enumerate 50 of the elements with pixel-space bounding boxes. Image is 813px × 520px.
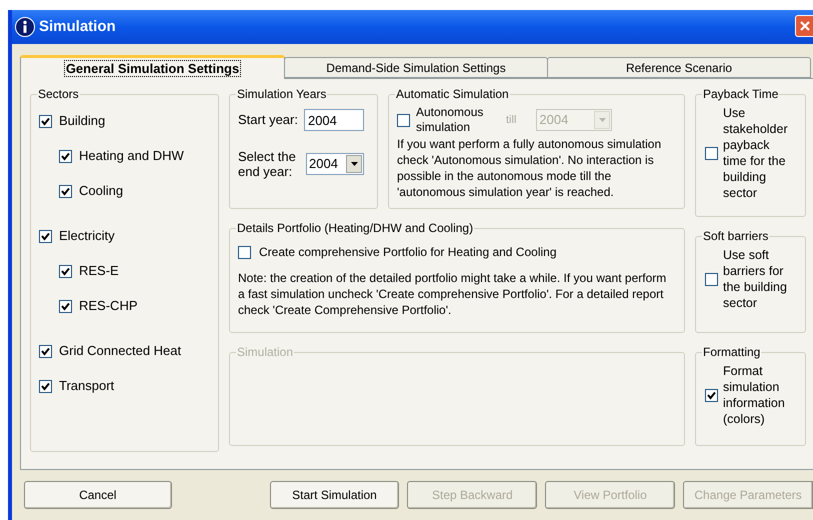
checkbox[interactable] xyxy=(705,388,718,402)
note-text: Note: the creation of the detailed portfolio might take a while. If you want perform a fast simulation uncheck 'Create comprehensive Portfolio'. For a detailed report check 'Create Comprehensive Portfolio'. xyxy=(238,270,668,318)
checkbox[interactable] xyxy=(397,114,410,126)
checkbox[interactable] xyxy=(705,146,718,160)
checkbox[interactable] xyxy=(39,344,52,358)
checkbox-label: Create comprehensive Portfolio for Heating and Cooling xyxy=(259,244,556,261)
checkbox[interactable] xyxy=(39,230,52,242)
end-year-dropdown[interactable]: 2004 xyxy=(306,153,364,175)
close-button[interactable] xyxy=(795,15,813,37)
checkbox[interactable] xyxy=(59,300,72,312)
checkbox-label: Heating and DHW xyxy=(79,147,184,166)
checkbox-label: Building xyxy=(59,112,106,130)
dialog-button[interactable]: Cancel xyxy=(24,481,172,509)
tab[interactable]: General Simulation Settings xyxy=(20,55,285,79)
checkbox[interactable] xyxy=(59,264,72,278)
checkbox[interactable] xyxy=(39,114,52,128)
info-icon xyxy=(15,17,35,37)
checkbox-label: Electricity xyxy=(59,227,115,246)
field-label: Start year: xyxy=(238,111,298,130)
start-year-field[interactable]: 2004 xyxy=(304,109,364,131)
group-title: Automatic Simulation xyxy=(395,86,510,103)
group-title: Details Portfolio (Heating/DHW and Cooling) xyxy=(236,220,474,237)
field-label: Select the end year: xyxy=(238,149,297,179)
checkbox-label: Use stakeholder payback time for the building sector xyxy=(723,105,789,201)
checkbox-label: RES-E xyxy=(79,262,119,280)
checkbox-label: Cooling xyxy=(79,182,124,200)
checkbox-label: Autonomous simulation xyxy=(416,105,484,135)
group-title: Formatting xyxy=(702,344,762,361)
tab[interactable]: Reference Scenario xyxy=(547,57,811,78)
checkbox-label: Transport xyxy=(59,377,114,396)
group-title: Simulation xyxy=(236,344,294,361)
description-text: If you want perform a fully autonomous simulation check 'Autonomous simulation'. No interaction is possible in the autonomous mode till the 'autonomous simulation year' is reached. xyxy=(397,136,662,200)
till-label: till xyxy=(506,112,516,128)
checkbox[interactable] xyxy=(59,150,72,162)
close-icon xyxy=(798,20,810,32)
checkbox-label: Format simulation information (colors) xyxy=(723,363,786,427)
group-title: Sectors xyxy=(37,86,80,103)
checkbox-label: Use soft barriers for the building sector xyxy=(723,247,788,311)
checkbox[interactable] xyxy=(705,272,718,286)
tab[interactable]: Demand-Side Simulation Settings xyxy=(284,57,548,78)
checkbox-label: Grid Connected Heat xyxy=(59,342,182,360)
checkbox[interactable] xyxy=(39,380,52,392)
dialog-button[interactable]: Start Simulation xyxy=(270,481,400,509)
group-title: Soft barriers xyxy=(702,228,770,245)
group-title: Payback Time xyxy=(702,86,780,103)
checkbox[interactable] xyxy=(59,184,72,198)
window-title: Simulation xyxy=(39,16,116,37)
group-title: Simulation Years xyxy=(236,86,328,103)
checkbox[interactable] xyxy=(238,246,251,258)
checkbox-label: RES-CHP xyxy=(79,297,138,316)
